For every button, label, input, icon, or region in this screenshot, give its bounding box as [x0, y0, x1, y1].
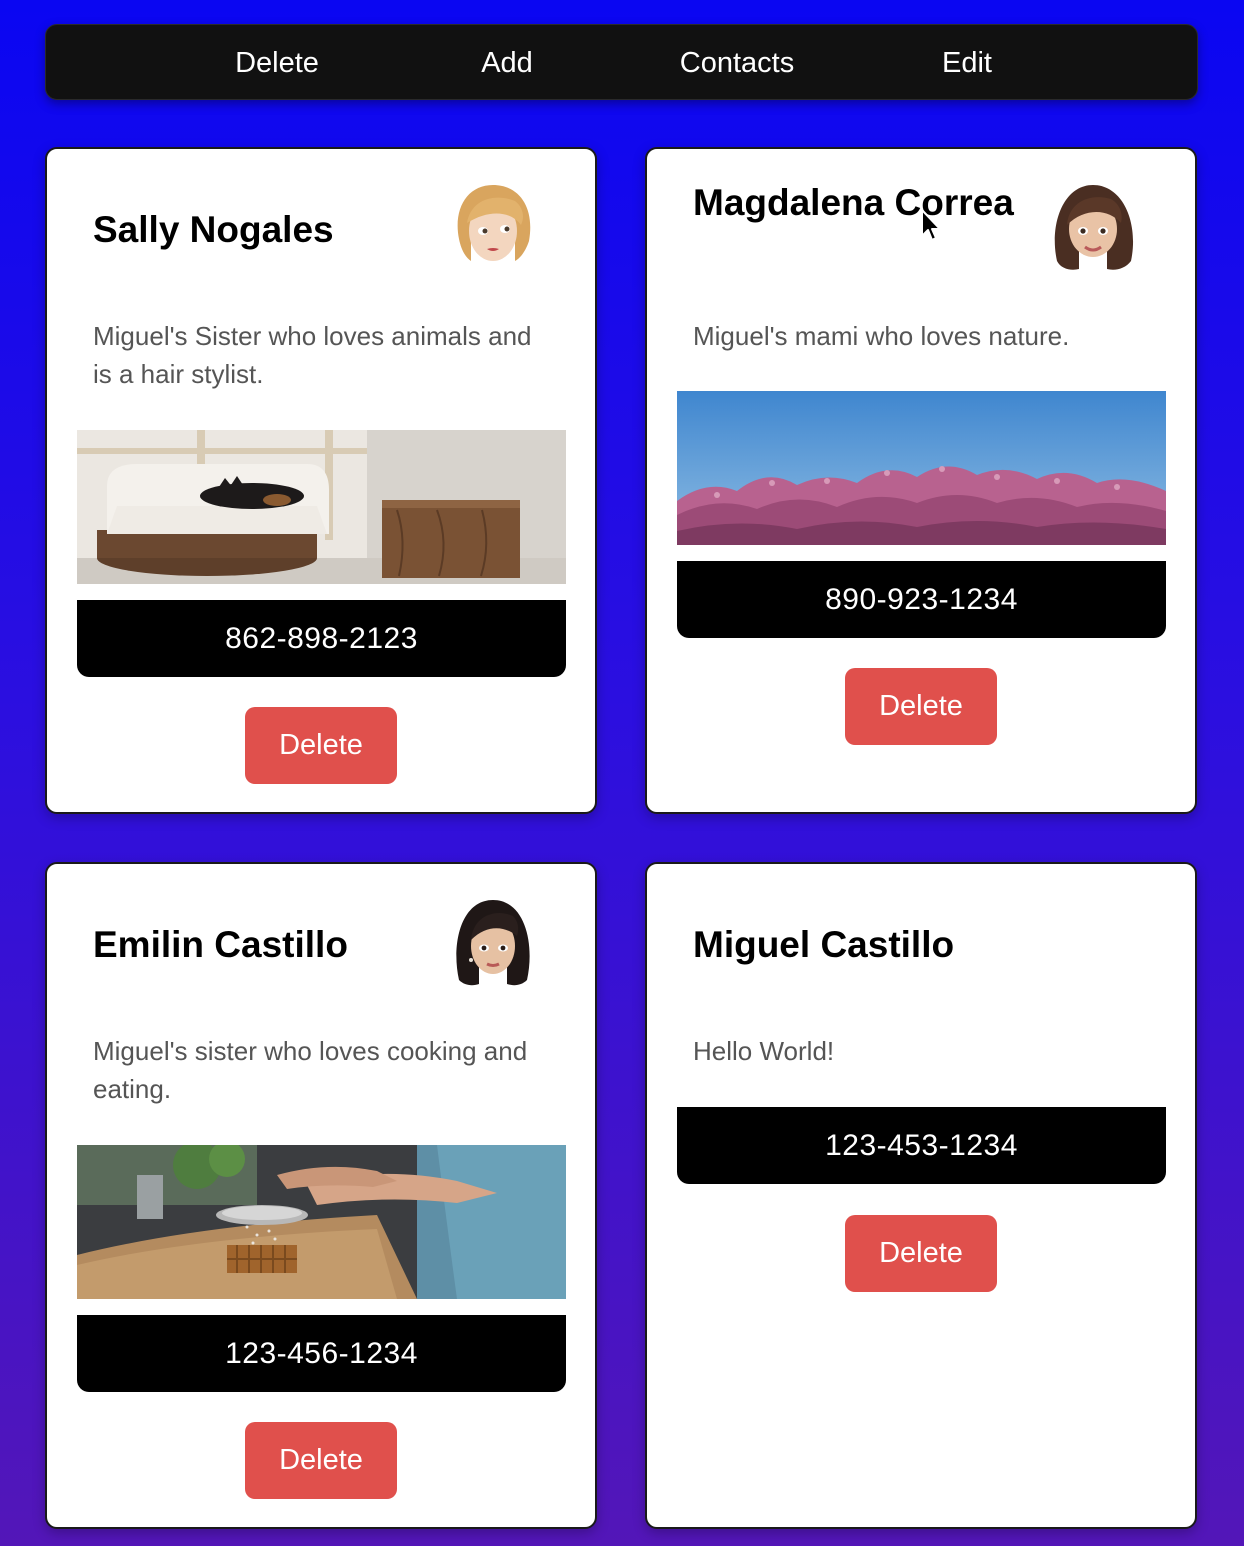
contact-name: Emilin Castillo — [93, 924, 348, 965]
sifting-flour-baking-image — [77, 1145, 566, 1299]
top-navbar: Delete Add Contacts Edit — [45, 24, 1198, 100]
brunette-woman-memoji-icon — [1054, 185, 1134, 270]
phone-number-button[interactable]: 123-453-1234 — [677, 1107, 1166, 1184]
contact-card: Sally Nogales Miguel's Sister who loves … — [45, 147, 597, 814]
dark-hair-woman-memoji-icon — [456, 900, 530, 986]
contact-card: Magdalena Correa Miguel's mami who loves… — [645, 147, 1197, 814]
delete-button[interactable]: Delete — [245, 707, 397, 784]
nav-edit-link[interactable]: Edit — [942, 25, 992, 101]
contact-card: Emilin Castillo Miguel's sister who love… — [45, 862, 597, 1529]
nav-add-link[interactable]: Add — [481, 25, 533, 101]
contact-name: Magdalena Correa — [693, 182, 1014, 223]
pink-blossom-trees-sky-image — [677, 391, 1166, 545]
delete-button[interactable]: Delete — [245, 1422, 397, 1499]
phone-number-button[interactable]: 890-923-1234 — [677, 561, 1166, 638]
blonde-woman-memoji-icon — [457, 185, 531, 261]
mouse-pointer-icon — [921, 209, 941, 241]
contact-description: Miguel's mami who loves nature. — [693, 321, 1070, 351]
delete-button[interactable]: Delete — [845, 1215, 997, 1292]
nav-contacts-link[interactable]: Contacts — [680, 25, 794, 101]
delete-button[interactable]: Delete — [845, 668, 997, 745]
cat-on-white-sofa-image — [77, 430, 566, 584]
nav-delete-link[interactable]: Delete — [235, 25, 319, 101]
phone-number-button[interactable]: 123-456-1234 — [77, 1315, 566, 1392]
contact-name: Sally Nogales — [93, 209, 334, 250]
contact-description: Hello World! — [693, 1036, 835, 1066]
contact-name: Miguel Castillo — [693, 924, 955, 965]
phone-number-button[interactable]: 862-898-2123 — [77, 600, 566, 677]
contact-description: Miguel's sister who loves cooking and ea… — [93, 1036, 528, 1104]
contact-card: Miguel Castillo Hello World! 123-453-123… — [645, 862, 1197, 1529]
contact-description: Miguel's Sister who loves animals and is… — [93, 321, 532, 389]
